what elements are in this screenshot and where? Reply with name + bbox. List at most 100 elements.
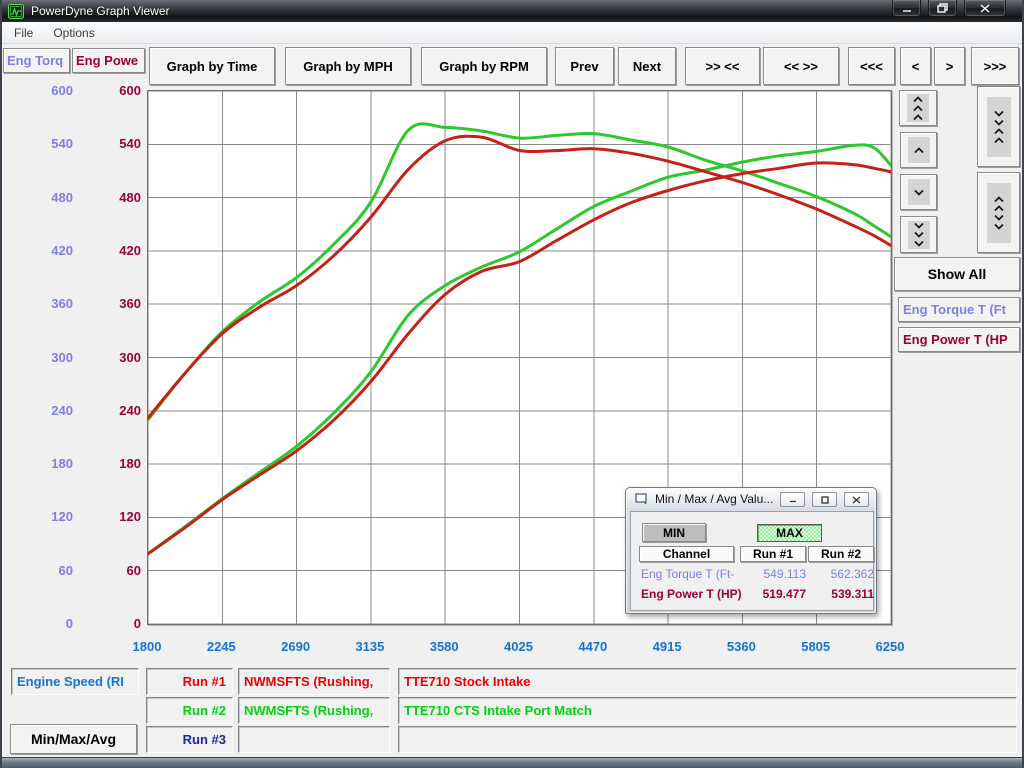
y-tick-label: 360 xyxy=(20,297,73,311)
y-tick-label: 180 xyxy=(20,457,73,471)
x-tick-label: 4025 xyxy=(504,639,533,654)
graph-by-rpm-button[interactable]: Graph by RPM xyxy=(421,47,547,85)
scale-top-button[interactable] xyxy=(899,90,937,126)
power-channel-button[interactable]: Eng Powe xyxy=(72,48,145,73)
y-tick-label: 540 xyxy=(88,137,141,151)
y-tick-label: 600 xyxy=(20,84,73,98)
minmax-torque-run2-value: 562.362 xyxy=(804,567,874,581)
run3-name-field[interactable] xyxy=(238,726,390,753)
minmax-close-icon xyxy=(852,496,861,504)
minmax-close-button[interactable] xyxy=(844,492,869,507)
chevron-down-icon xyxy=(913,189,925,196)
menu-bar: File Options xyxy=(2,22,1022,44)
title-bar: PowerDyne Graph Viewer xyxy=(2,0,1022,22)
minmax-minimize-button[interactable] xyxy=(780,492,805,507)
x-tick-label: 4470 xyxy=(578,639,607,654)
graph-by-mph-button[interactable]: Graph by MPH xyxy=(285,47,411,85)
menu-options[interactable]: Options xyxy=(45,24,102,42)
y-tick-label: 120 xyxy=(20,510,73,524)
window-bottom-frame xyxy=(2,757,1022,768)
power-axis-ticks: 600540480420360300240180120600 xyxy=(88,90,141,625)
close-button[interactable] xyxy=(964,0,1006,17)
y-tick-label: 60 xyxy=(88,564,141,578)
chevron-up-icon xyxy=(913,147,925,154)
pan-left-fast-button[interactable]: <<< xyxy=(848,47,895,85)
restore-button[interactable] xyxy=(928,0,957,17)
y-tick-label: 600 xyxy=(88,84,141,98)
y-tick-label: 180 xyxy=(88,457,141,471)
y-tick-label: 480 xyxy=(88,191,141,205)
pan-right-fast-button[interactable]: >>> xyxy=(971,47,1019,85)
pan-left-button[interactable]: < xyxy=(900,47,931,85)
x-channel-button[interactable]: Engine Speed (RI xyxy=(11,668,139,695)
max-toggle-button[interactable]: MAX xyxy=(757,524,822,542)
minimize-button[interactable] xyxy=(892,0,921,17)
y-tick-label: 0 xyxy=(88,617,141,631)
y-tick-label: 60 xyxy=(20,564,73,578)
run3-desc-field[interactable] xyxy=(398,726,1017,753)
y-tick-label: 120 xyxy=(88,510,141,524)
scale-up-button[interactable] xyxy=(900,132,937,168)
y-tick-label: 480 xyxy=(20,191,73,205)
torque-axis-ticks: 600540480420360300240180120600 xyxy=(20,90,73,625)
minmax-power-run1-value: 519.477 xyxy=(736,587,806,601)
app-icon xyxy=(8,4,24,19)
min-toggle-button[interactable]: MIN xyxy=(642,523,706,542)
next-button[interactable]: Next xyxy=(618,47,676,85)
run2-column-header[interactable]: Run #2 xyxy=(808,546,874,562)
minmax-torque-run1-value: 549.113 xyxy=(736,567,806,581)
menu-file[interactable]: File xyxy=(6,24,41,42)
minmax-maximize-icon xyxy=(821,496,829,504)
x-tick-label: 6250 xyxy=(876,639,905,654)
zoom-in-x-button[interactable]: >> << xyxy=(685,47,760,85)
y-tick-label: 540 xyxy=(20,137,73,151)
show-all-button[interactable]: Show All xyxy=(894,257,1020,291)
zoom-out-x-button[interactable]: << >> xyxy=(763,47,839,85)
torque-series-tag[interactable]: Eng Torque T (Ft xyxy=(898,297,1020,322)
minmax-window-titlebar[interactable]: Min / Max / Avg Valu... xyxy=(626,488,876,510)
graph-by-time-button[interactable]: Graph by Time xyxy=(149,47,275,85)
torque-channel-button[interactable]: Eng Torq xyxy=(3,48,70,73)
range-expand-icon xyxy=(987,183,1011,243)
run2-name-field[interactable]: NWMSFTS (Rushing, xyxy=(238,697,390,724)
x-tick-label: 2245 xyxy=(207,639,236,654)
y-tick-label: 0 xyxy=(20,617,73,631)
run2-desc-field[interactable]: TTE710 CTS Intake Port Match xyxy=(398,697,1017,724)
range-compress-button[interactable] xyxy=(977,86,1020,167)
y-tick-label: 360 xyxy=(88,297,141,311)
chevron-up-triple-icon xyxy=(912,96,924,103)
scale-down-button[interactable] xyxy=(900,174,937,210)
minmax-row-torque-channel: Eng Torque T (Ft- xyxy=(641,567,734,581)
minmax-avg-button[interactable]: Min/Max/Avg xyxy=(10,724,137,754)
scale-bottom-button[interactable] xyxy=(900,216,937,253)
y-tick-label: 240 xyxy=(20,404,73,418)
run1-column-header[interactable]: Run #1 xyxy=(740,546,806,562)
pan-right-button[interactable]: > xyxy=(934,47,965,85)
prev-button[interactable]: Prev xyxy=(555,47,614,85)
minmax-maximize-button[interactable] xyxy=(812,492,837,507)
minmax-row-power-channel: Eng Power T (HP) xyxy=(641,587,742,601)
restore-icon xyxy=(937,3,948,13)
run3-selector[interactable]: Run #3 xyxy=(146,726,233,753)
run2-selector[interactable]: Run #2 xyxy=(146,697,233,724)
y-tick-label: 300 xyxy=(88,351,141,365)
minmax-window-title: Min / Max / Avg Valu... xyxy=(655,492,773,506)
minmax-power-run2-value: 539.311 xyxy=(804,587,874,601)
rpm-axis-ticks: 1800224526903135358040254470491553605805… xyxy=(147,639,892,657)
run1-name-field[interactable]: NWMSFTS (Rushing, xyxy=(238,668,390,695)
app-window: PowerDyne Graph Viewer File Options Eng … xyxy=(0,0,1024,768)
minmax-window-body: MIN MAX Channel Run #1 Run #2 Eng Torque… xyxy=(630,511,874,611)
channel-column-header[interactable]: Channel xyxy=(639,546,734,562)
run1-desc-field[interactable]: TTE710 Stock Intake xyxy=(398,668,1017,695)
power-series-tag[interactable]: Eng Power T (HP xyxy=(898,327,1020,352)
minmax-minimize-icon xyxy=(789,496,797,503)
x-tick-label: 3135 xyxy=(355,639,384,654)
x-tick-label: 3580 xyxy=(430,639,459,654)
x-tick-label: 2690 xyxy=(281,639,310,654)
range-compress-icon xyxy=(987,97,1011,157)
minmax-window-icon xyxy=(635,493,649,505)
run1-selector[interactable]: Run #1 xyxy=(146,668,233,695)
range-expand-button[interactable] xyxy=(977,172,1020,253)
x-tick-label: 5360 xyxy=(727,639,756,654)
minmax-window[interactable]: Min / Max / Avg Valu... MIN MAX Channel … xyxy=(625,487,877,614)
